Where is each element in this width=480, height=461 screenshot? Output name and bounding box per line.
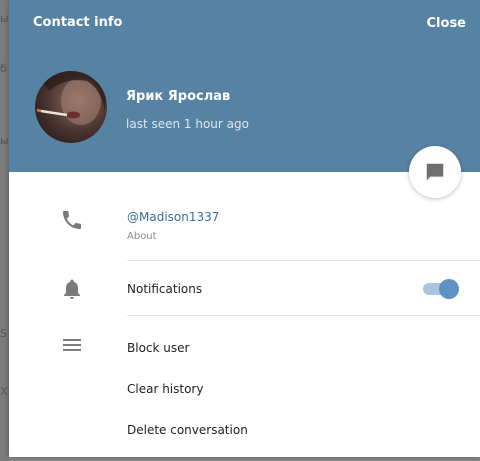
send-message-button[interactable] [409, 146, 461, 198]
modal-title: Contact info [33, 15, 123, 30]
backdrop-text-fragment: ы [0, 134, 9, 147]
contact-info-modal: Contact info Close Ярик Ярослав last see… [9, 0, 480, 457]
notifications-label: Notifications [127, 282, 203, 296]
clear-history-button[interactable]: Clear history [127, 382, 203, 396]
phone-icon [63, 211, 81, 229]
block-user-button[interactable]: Block user [127, 341, 189, 355]
avatar[interactable] [35, 71, 107, 143]
backdrop-text-fragment: S [0, 327, 7, 340]
menu-icon [63, 339, 81, 351]
bell-icon [64, 279, 80, 299]
delete-conversation-button[interactable]: Delete conversation [127, 423, 248, 437]
user-photo-avatar-icon [35, 71, 107, 143]
backdrop-text-fragment: б [0, 62, 7, 75]
message-icon [426, 163, 444, 181]
notifications-toggle[interactable] [423, 278, 459, 300]
toggle-knob [439, 279, 459, 299]
contact-name: Ярик Ярослав [126, 89, 231, 104]
last-seen-status: last seen 1 hour ago [126, 117, 249, 131]
close-button[interactable]: Close [427, 16, 466, 31]
backdrop-text-fragment: ы [0, 12, 9, 25]
backdrop-chat-list: ы б ы S Х [0, 0, 9, 461]
modal-header: Contact info Close Ярик Ярослав last see… [9, 0, 480, 172]
about-label: About [127, 231, 157, 242]
divider [127, 315, 480, 316]
backdrop-text-fragment: Х [0, 385, 8, 398]
divider [127, 260, 480, 261]
username-link[interactable]: @Madison1337 [127, 210, 219, 224]
